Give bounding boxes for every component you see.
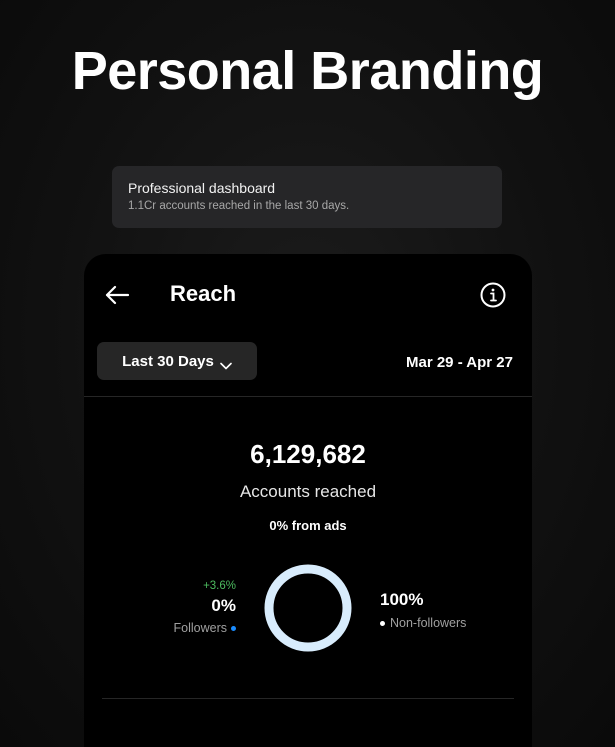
accounts-reached-label: Accounts reached: [239, 482, 377, 501]
followers-growth: +3.6%: [203, 580, 236, 592]
reach-donut-chart: [264, 564, 352, 652]
info-icon[interactable]: [480, 282, 506, 308]
notification-subtitle: 1.1Cr accounts reached in the last 30 da…: [128, 200, 350, 212]
followers-stat: +3.6% 0% Followers: [173, 580, 236, 635]
divider: [84, 396, 532, 397]
non-followers-percent: 100%: [380, 590, 424, 609]
reach-screen: Reach Last 30 Days Mar 29 - Apr 27 6,129…: [84, 254, 532, 747]
followers-percent: 0%: [211, 596, 236, 615]
non-followers-ring: [264, 564, 352, 652]
professional-dashboard-notification[interactable]: Professional dashboard 1.1Cr accounts re…: [112, 166, 502, 228]
accounts-reached-value: 6,129,682: [250, 439, 366, 469]
arrow-left-icon[interactable]: [102, 280, 132, 310]
followers-legend: Followers: [173, 621, 236, 635]
non-followers-legend-dot: [380, 621, 385, 627]
non-followers-stat: 100% Non-followers: [380, 590, 466, 630]
chevron-down-icon: [220, 357, 232, 370]
divider: [102, 698, 514, 699]
from-ads-label: 0% from ads: [269, 518, 347, 533]
headline: Personal Branding: [71, 41, 544, 101]
followers-legend-dot: [231, 626, 236, 632]
page-title: Reach: [170, 281, 237, 306]
notification-title: Professional dashboard: [128, 180, 276, 196]
non-followers-legend: Non-followers: [380, 616, 466, 630]
date-range-text: Mar 29 - Apr 27: [406, 354, 513, 371]
date-range-dropdown[interactable]: Last 30 Days: [97, 342, 257, 380]
followers-label: Followers: [173, 621, 228, 635]
date-range-dropdown-label: Last 30 Days: [122, 352, 214, 370]
non-followers-label: Non-followers: [390, 616, 467, 630]
